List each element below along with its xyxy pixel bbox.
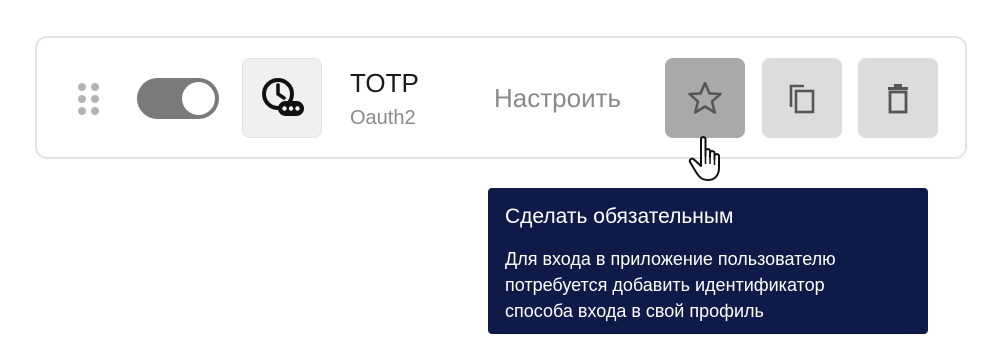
star-icon: [688, 81, 722, 114]
clock-password-icon: [262, 78, 304, 116]
method-title: TOTP: [350, 68, 419, 98]
tooltip-line: потребуется добавить идентификатор: [505, 275, 825, 295]
drag-handle-icon[interactable]: [78, 83, 102, 115]
configure-button[interactable]: Настроить: [494, 82, 621, 114]
copy-icon: [789, 84, 815, 114]
toggle-knob: [182, 82, 215, 115]
delete-button[interactable]: [858, 58, 938, 138]
method-icon-box: [242, 58, 322, 138]
drag-dot: [78, 83, 86, 91]
drag-dot: [78, 95, 86, 103]
tooltip-line: способа входа в свой профиль: [505, 301, 764, 321]
duplicate-button[interactable]: [762, 58, 842, 138]
enable-toggle[interactable]: [137, 78, 219, 119]
drag-dot: [91, 107, 99, 115]
hand-cursor-icon: [688, 136, 720, 181]
drag-dot: [91, 95, 99, 103]
drag-dot: [91, 83, 99, 91]
make-required-button[interactable]: [665, 58, 745, 138]
drag-dot: [78, 107, 86, 115]
tooltip-line: Для входа в приложение пользователю: [505, 249, 836, 269]
tooltip-title: Сделать обязательным: [505, 205, 734, 228]
make-required-tooltip: Сделать обязательным Для входа в приложе…: [488, 188, 928, 334]
trash-icon: [888, 84, 908, 114]
tooltip-body: Для входа в приложение пользователю потр…: [505, 246, 912, 324]
method-subtitle: Oauth2: [350, 107, 416, 129]
